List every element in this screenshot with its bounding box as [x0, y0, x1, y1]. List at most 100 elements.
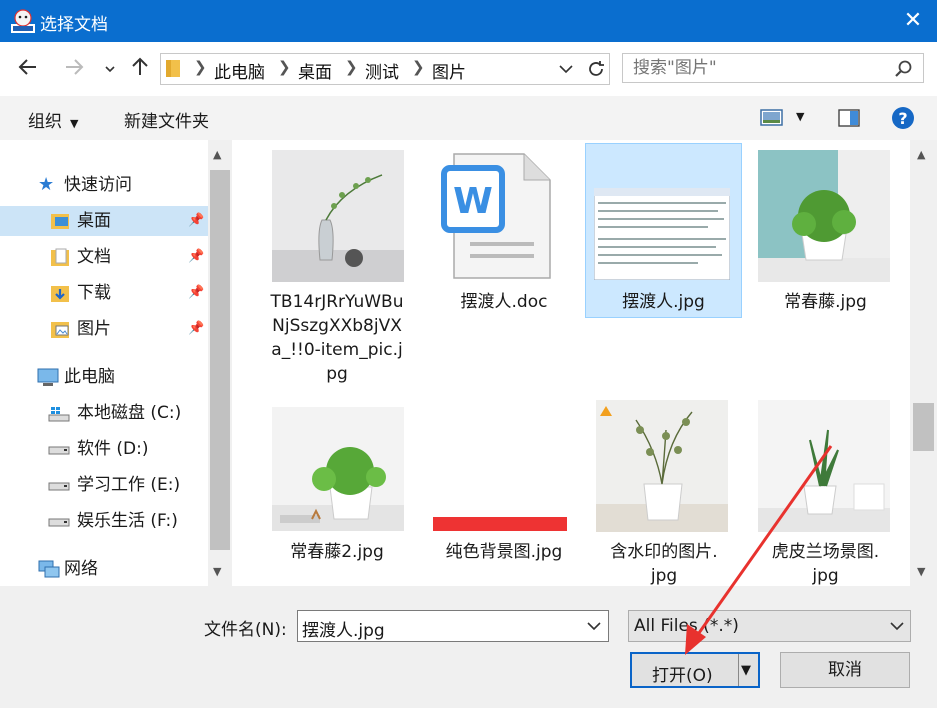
cancel-button[interactable]: 取消 [780, 652, 910, 688]
filename-label: 文件名(N): [204, 620, 287, 640]
dialog-footer [0, 586, 937, 708]
breadcrumb-separator-icon: ❯ [345, 58, 358, 76]
back-arrow-icon[interactable] [14, 55, 42, 83]
file-list-scroll-thumb[interactable] [913, 403, 934, 451]
file-list-scrollbar[interactable] [910, 140, 937, 586]
nav-item-network[interactable]: 网络 [0, 554, 208, 584]
olive-plant-watermark-thumbnail [596, 400, 728, 532]
breadcrumb-this-pc[interactable]: 此电脑 [214, 58, 265, 83]
nav-item-drive-f[interactable]: 娱乐生活 (F:) [0, 506, 208, 536]
address-dropdown-chevron-icon[interactable] [557, 62, 575, 76]
nav-item-label: 娱乐生活 (F:) [77, 511, 178, 531]
network-icon [38, 560, 60, 578]
nav-item-desktop[interactable]: 桌面 📌 [0, 206, 208, 236]
breadcrumb-desktop[interactable]: 桌面 [298, 58, 332, 83]
word-document-icon: W [441, 153, 551, 279]
document-screenshot-thumbnail [594, 188, 730, 280]
drive-icon [48, 518, 70, 527]
breadcrumb-separator-icon: ❯ [412, 58, 425, 76]
organize-label: 组织 [28, 112, 62, 132]
svg-text:W: W [453, 181, 493, 222]
pin-icon: 📌 [188, 321, 205, 336]
scroll-up-icon[interactable]: ▲ [213, 148, 221, 161]
navigation-pane: ★ 快速访问 桌面 📌 文档 📌 下载 📌 图片 📌 此电脑 本地磁盘 (C:)… [0, 140, 232, 586]
chevron-down-icon[interactable] [586, 620, 602, 632]
nav-item-label: 此电脑 [64, 367, 115, 387]
nav-item-label: 下载 [77, 283, 111, 303]
nav-item-drive-e[interactable]: 学习工作 (E:) [0, 470, 208, 500]
ivy-plant-2-thumbnail [272, 407, 404, 531]
scroll-down-icon[interactable]: ▼ [917, 565, 925, 578]
nav-item-documents[interactable]: 文档 📌 [0, 242, 208, 272]
nav-scroll-thumb[interactable] [210, 170, 230, 550]
refresh-icon[interactable] [585, 58, 607, 80]
file-name-line: 含水印的图片. [610, 542, 718, 562]
chevron-down-icon[interactable] [889, 620, 905, 632]
file-name: 纯色背景图.jpg [424, 540, 584, 564]
nav-item-label: 本地磁盘 (C:) [77, 403, 182, 423]
breadcrumb-test[interactable]: 测试 [365, 58, 399, 83]
windows-drive-icon [48, 407, 70, 422]
file-name: 摆渡人.doc [424, 290, 584, 314]
pictures-folder-icon [51, 322, 69, 338]
scroll-down-icon[interactable]: ▼ [213, 565, 221, 578]
nav-item-label: 软件 (D:) [77, 439, 149, 459]
file-name-line: 常春藤.jpg [784, 292, 867, 312]
open-button-label: 打开(O) [652, 666, 713, 686]
nav-item-pictures[interactable]: 图片 📌 [0, 314, 208, 344]
file-type-select[interactable]: All Files (*.*) [628, 610, 911, 642]
plant-vase-thumbnail [272, 150, 404, 282]
nav-item-this-pc[interactable]: 此电脑 [0, 362, 208, 392]
file-name: 含水印的图片. jpg [588, 540, 740, 588]
nav-item-drive-c[interactable]: 本地磁盘 (C:) [0, 398, 208, 428]
nav-item-label: 学习工作 (E:) [77, 475, 181, 495]
drive-icon [48, 446, 70, 455]
solid-color-thumbnail [433, 517, 567, 531]
nav-item-quick-access[interactable]: ★ 快速访问 [0, 170, 208, 200]
new-folder-button[interactable]: 新建文件夹 [124, 107, 209, 132]
nav-item-label: 文档 [77, 247, 111, 267]
forward-arrow-icon[interactable] [60, 55, 88, 83]
ivy-plant-thumbnail [758, 150, 890, 282]
breadcrumb-separator-icon: ❯ [278, 58, 291, 76]
search-input[interactable] [622, 53, 924, 83]
file-name: 摆渡人.jpg [585, 290, 742, 314]
view-caret-down-icon[interactable]: ▼ [796, 110, 804, 123]
split-divider [738, 654, 739, 686]
filename-combobox[interactable]: 摆渡人.jpg [297, 610, 609, 642]
help-icon[interactable]: ? [890, 105, 916, 131]
file-name-line: jpg [812, 566, 839, 586]
close-icon[interactable]: ✕ [898, 6, 928, 36]
open-button[interactable]: 打开(O) ▼ [630, 652, 760, 688]
organize-menu-button[interactable]: 组织 ▼ [28, 107, 78, 132]
open-options-caret-icon[interactable]: ▼ [741, 663, 751, 678]
nav-item-label: 桌面 [77, 211, 111, 231]
file-name-line: 虎皮兰场景图. [771, 542, 880, 562]
file-name-line: 常春藤2.jpg [290, 542, 384, 562]
file-name-line: 摆渡人.jpg [622, 292, 705, 312]
svg-text:?: ? [898, 109, 907, 128]
recent-locations-chevron-icon[interactable] [96, 55, 124, 83]
up-arrow-icon[interactable] [126, 55, 154, 83]
nav-item-downloads[interactable]: 下载 📌 [0, 278, 208, 308]
nav-item-label: 快速访问 [64, 175, 132, 195]
computer-icon [37, 368, 59, 386]
file-name-line: 摆渡人.doc [460, 292, 548, 312]
view-options-icon[interactable] [760, 108, 784, 128]
nav-item-label: 网络 [64, 559, 98, 579]
pin-icon: 📌 [188, 213, 205, 228]
nav-item-drive-d[interactable]: 软件 (D:) [0, 434, 208, 464]
file-type-value: All Files (*.*) [634, 616, 739, 636]
file-name: 常春藤.jpg [748, 290, 903, 314]
search-icon[interactable] [894, 59, 914, 79]
filename-value: 摆渡人.jpg [302, 621, 385, 641]
file-name-line: pg [326, 364, 348, 384]
title-bar: 选择文档 ✕ [0, 0, 937, 42]
file-name: 虎皮兰场景图. jpg [748, 540, 903, 588]
toolbar: 组织 ▼ 新建文件夹 ▼ ? [0, 96, 937, 140]
scroll-up-icon[interactable]: ▲ [917, 148, 925, 161]
preview-pane-icon[interactable] [838, 108, 860, 128]
file-name-line: TB14rJRrYuWBu [270, 292, 404, 312]
breadcrumb-pictures[interactable]: 图片 [432, 58, 466, 83]
caret-down-icon: ▼ [70, 117, 79, 130]
